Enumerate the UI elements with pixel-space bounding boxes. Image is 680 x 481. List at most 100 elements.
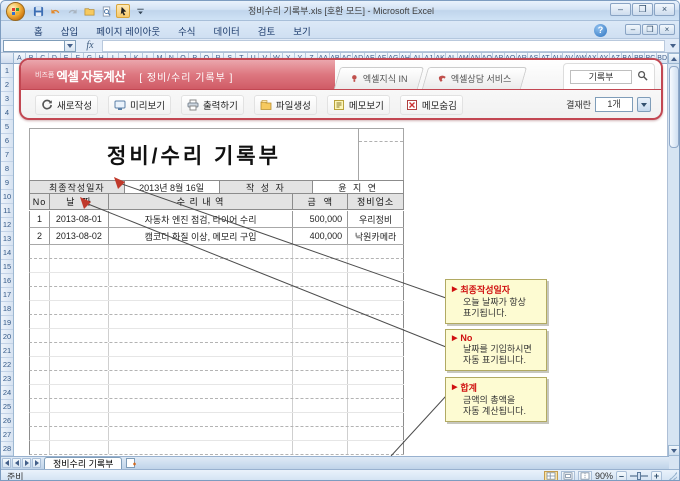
ribbon-tab[interactable]: 수식 <box>169 21 204 39</box>
cell[interactable] <box>30 315 50 328</box>
cell-desc[interactable]: 캠코더 화질 이상, 메모리 구입 <box>109 228 294 244</box>
cell[interactable] <box>109 371 294 384</box>
more-icon[interactable] <box>133 4 147 18</box>
cell-no[interactable]: 2 <box>30 228 50 244</box>
cell[interactable] <box>109 385 294 398</box>
row-header[interactable]: 27 <box>1 428 13 442</box>
row-header[interactable]: 6 <box>1 134 13 148</box>
cell[interactable] <box>348 259 404 272</box>
cell[interactable] <box>293 329 349 342</box>
cell[interactable] <box>348 399 404 412</box>
scroll-up-icon[interactable] <box>668 53 679 64</box>
open-icon[interactable] <box>82 4 96 18</box>
zoom-slider-thumb[interactable] <box>637 472 641 480</box>
cell[interactable] <box>109 343 294 356</box>
page-break-view-icon[interactable] <box>577 470 592 480</box>
cell[interactable] <box>30 357 50 370</box>
table-header-cell[interactable]: 날 짜 <box>50 194 109 209</box>
cell[interactable] <box>50 441 109 454</box>
name-box-dropdown-icon[interactable] <box>65 39 76 52</box>
ribbon-tab[interactable]: 검토 <box>249 21 284 39</box>
cell[interactable] <box>109 427 294 440</box>
cell[interactable] <box>109 287 294 300</box>
cell[interactable] <box>293 245 349 258</box>
cell[interactable] <box>293 343 349 356</box>
cell[interactable] <box>348 413 404 426</box>
office-button[interactable] <box>6 2 25 21</box>
cell[interactable] <box>348 343 404 356</box>
cell[interactable] <box>109 329 294 342</box>
help-icon[interactable]: ? <box>594 24 607 37</box>
vertical-scroll-thumb[interactable] <box>669 66 679 148</box>
toolbar-button-memo-show[interactable]: 메모보기 <box>326 94 390 115</box>
search-input[interactable]: 기록부 <box>570 69 632 84</box>
cell[interactable] <box>109 259 294 272</box>
close-icon[interactable]: × <box>654 3 675 16</box>
cell[interactable] <box>109 301 294 314</box>
print-preview-icon[interactable] <box>99 4 113 18</box>
cell[interactable] <box>293 273 349 286</box>
cell[interactable] <box>293 427 349 440</box>
row-header[interactable]: 21 <box>1 344 13 358</box>
cell[interactable] <box>293 357 349 370</box>
cell[interactable] <box>30 427 50 440</box>
cell[interactable] <box>30 259 50 272</box>
name-box[interactable] <box>3 39 65 52</box>
row-header[interactable]: 22 <box>1 358 13 372</box>
cell[interactable] <box>50 329 109 342</box>
row-header[interactable]: 7 <box>1 148 13 162</box>
cell[interactable] <box>348 385 404 398</box>
approval-stamp-box[interactable] <box>358 128 404 180</box>
row-header[interactable]: 23 <box>1 372 13 386</box>
ribbon-tab[interactable]: 페이지 레이아웃 <box>87 21 169 39</box>
zoom-in-icon[interactable]: + <box>651 470 662 480</box>
cell-no[interactable]: 1 <box>30 211 50 227</box>
cell[interactable] <box>293 385 349 398</box>
ribbon-tab[interactable]: 데이터 <box>205 21 249 39</box>
row-header[interactable]: 1 <box>1 64 13 78</box>
cell[interactable] <box>50 385 109 398</box>
zoom-out-icon[interactable]: – <box>616 470 627 480</box>
title-bar[interactable]: 정비수리 기록부.xls [호환 모드] - Microsoft Excel –… <box>1 1 679 21</box>
zoom-slider[interactable] <box>630 472 648 480</box>
cell[interactable] <box>50 301 109 314</box>
cell[interactable] <box>50 343 109 356</box>
toolbar-button-memo-hide[interactable]: 메모숨김 <box>399 94 463 115</box>
cell[interactable] <box>348 315 404 328</box>
approval-count-select[interactable]: 1개 <box>595 97 633 112</box>
search-icon[interactable] <box>637 68 648 86</box>
row-header[interactable]: 13 <box>1 232 13 246</box>
cell-shop[interactable]: 낙원카메라 <box>348 228 404 244</box>
cell-amount[interactable]: 500,000 <box>293 211 349 227</box>
cell[interactable] <box>50 413 109 426</box>
expand-formula-bar-icon[interactable] <box>667 40 679 52</box>
cell[interactable] <box>293 441 349 454</box>
row-header[interactable]: 9 <box>1 176 13 190</box>
cell[interactable] <box>30 245 50 258</box>
redo-icon[interactable] <box>65 4 79 18</box>
normal-view-icon[interactable] <box>543 470 558 480</box>
cell[interactable] <box>348 329 404 342</box>
cell-date[interactable]: 2013-08-02 <box>50 228 109 244</box>
row-header[interactable]: 2 <box>1 78 13 92</box>
row-header[interactable]: 12 <box>1 218 13 232</box>
link-tab[interactable]: 엑셀상담 서비스 <box>421 67 528 89</box>
ribbon-tab[interactable]: 보기 <box>284 21 319 39</box>
last-edit-date-value[interactable]: 2013년 8월 16일 <box>124 181 220 193</box>
table-header-cell[interactable]: No <box>30 194 50 209</box>
insert-function-icon[interactable]: fx <box>80 40 100 52</box>
row-header[interactable]: 4 <box>1 106 13 120</box>
cell-date[interactable]: 2013-08-01 <box>50 211 109 227</box>
cell[interactable] <box>50 245 109 258</box>
row-header[interactable]: 10 <box>1 190 13 204</box>
last-edit-date-label[interactable]: 최종작성일자 <box>30 181 125 193</box>
row-header[interactable]: 14 <box>1 246 13 260</box>
row-header[interactable]: 19 <box>1 316 13 330</box>
cell[interactable] <box>30 273 50 286</box>
workbook-close-icon[interactable]: × <box>659 24 675 35</box>
undo-icon[interactable] <box>48 4 62 18</box>
save-icon[interactable] <box>31 4 45 18</box>
cell[interactable] <box>50 287 109 300</box>
cell[interactable] <box>109 245 294 258</box>
row-header[interactable]: 15 <box>1 260 13 274</box>
